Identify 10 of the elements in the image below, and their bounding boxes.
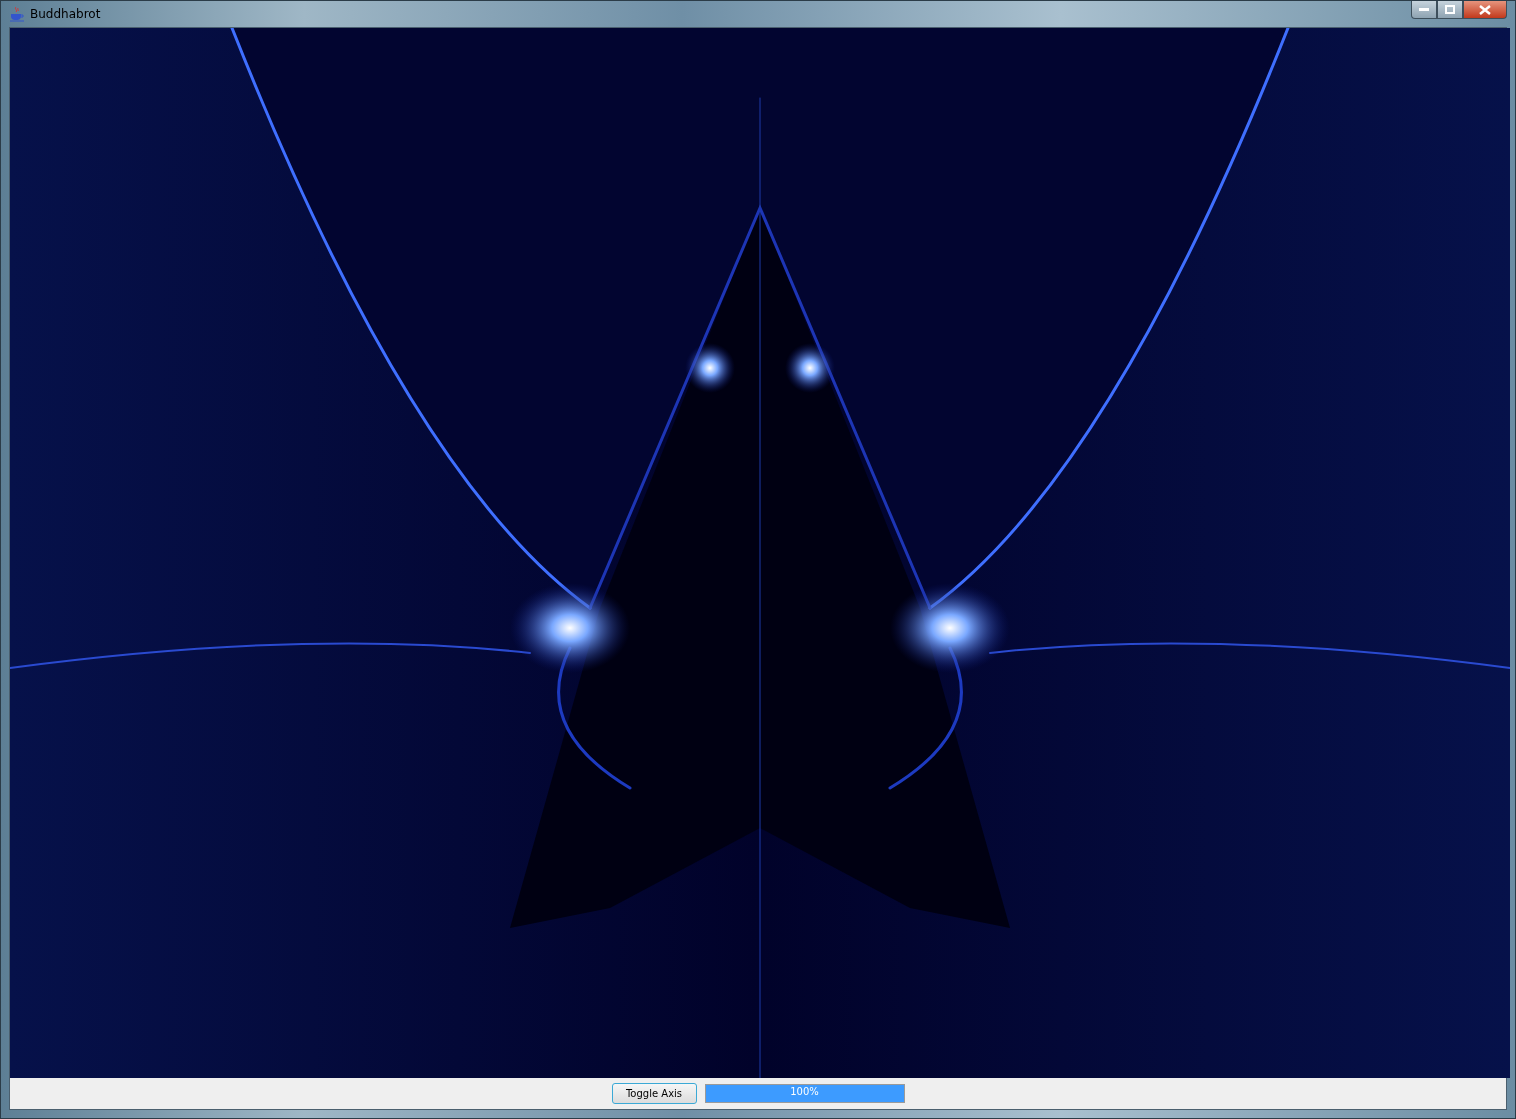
progress-reading: 100%: [789, 1086, 820, 1097]
close-icon: [1479, 4, 1491, 15]
window-title: Buddhabrot: [30, 7, 101, 21]
maximize-button[interactable]: [1437, 1, 1463, 19]
close-button[interactable]: [1463, 1, 1507, 19]
minimize-icon: [1419, 7, 1429, 12]
coffee-cup-icon: [9, 6, 25, 22]
minimize-button[interactable]: [1411, 1, 1437, 19]
toggle-axis-button[interactable]: Toggle Axis: [611, 1083, 697, 1104]
maximize-icon: [1445, 5, 1455, 14]
